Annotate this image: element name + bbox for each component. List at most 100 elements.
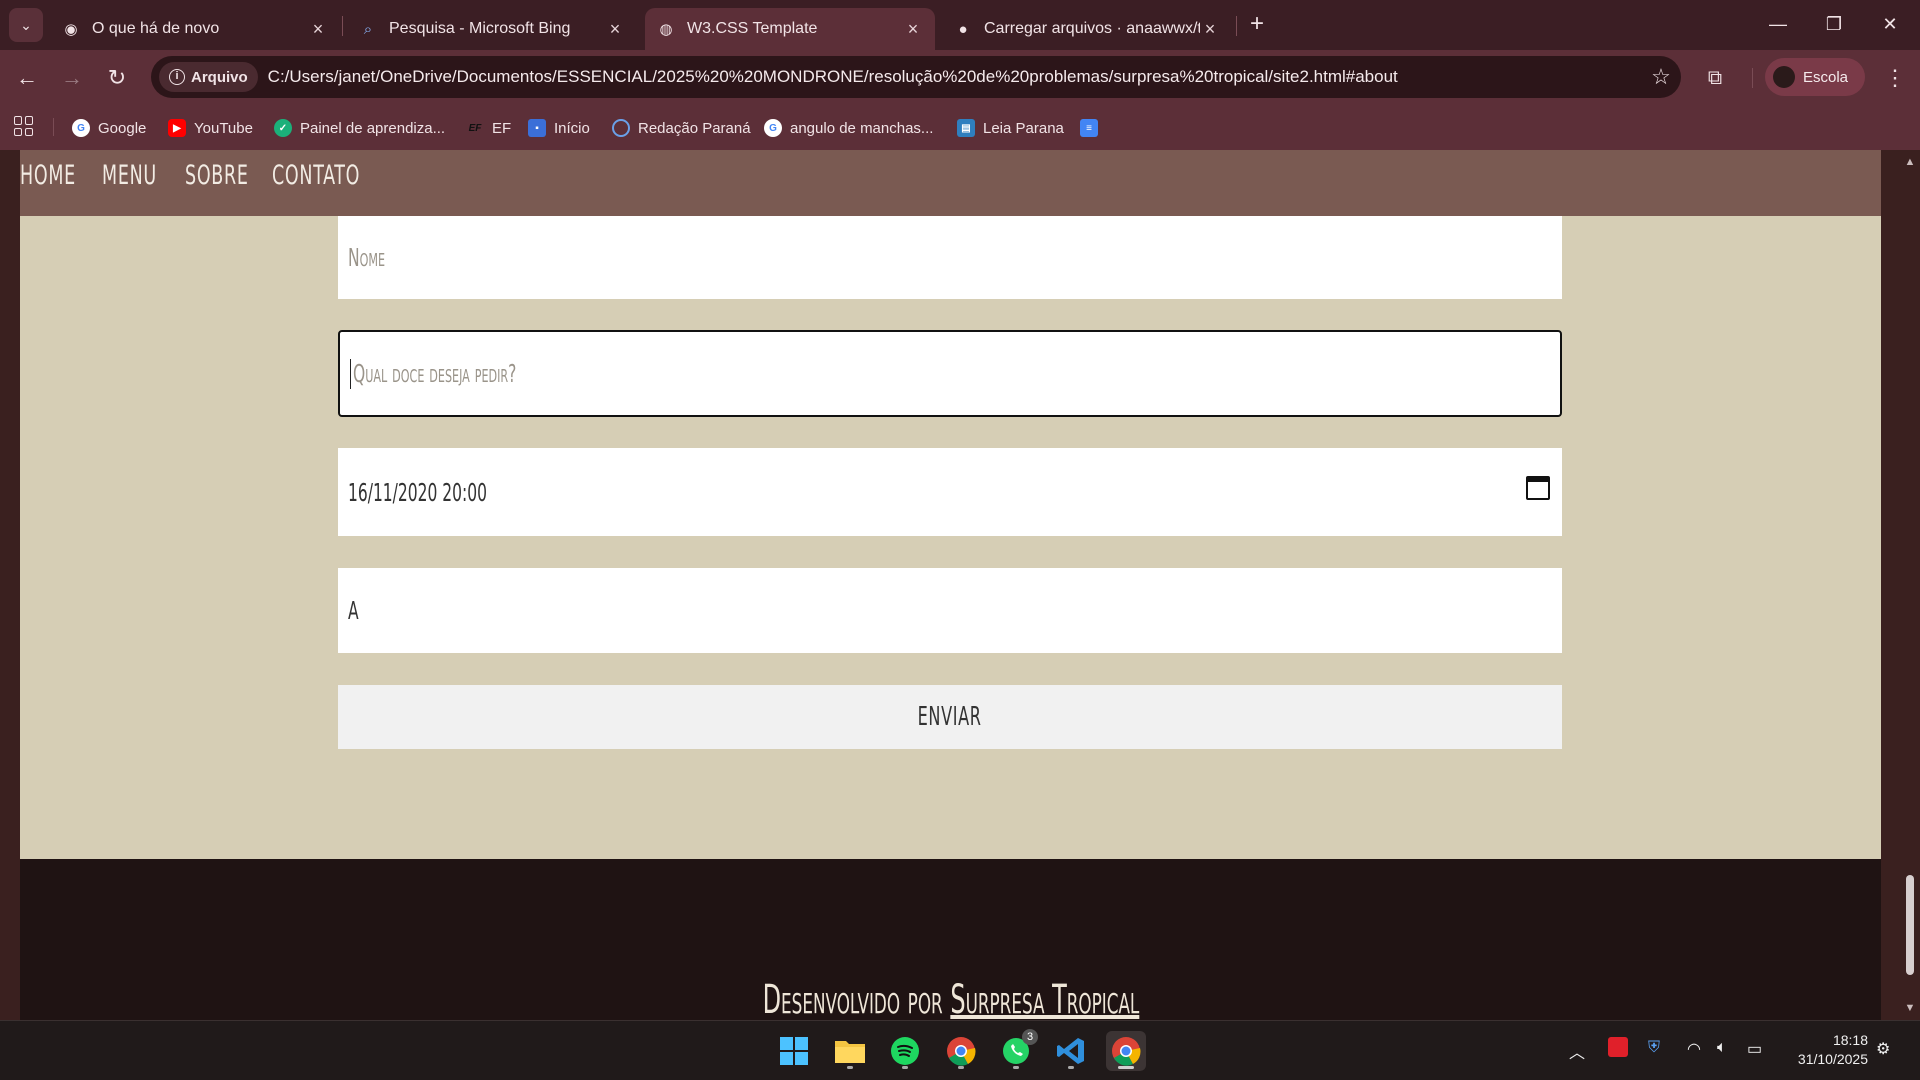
scroll-down-arrow-icon[interactable]: ▼ xyxy=(1904,1002,1916,1014)
running-indicator xyxy=(902,1066,908,1069)
toolbar-divider xyxy=(1752,68,1753,88)
docs-icon: ≡ xyxy=(1080,119,1098,137)
close-icon[interactable]: × xyxy=(605,19,625,40)
submit-button[interactable]: ENVIAR xyxy=(338,685,1562,749)
tab-search-button[interactable]: ⌄ xyxy=(9,8,43,42)
page-scrollbar[interactable]: ▲ ▼ xyxy=(1900,150,1920,1020)
running-indicator xyxy=(847,1066,853,1069)
spotify-icon[interactable] xyxy=(885,1031,925,1071)
tab-title: O que há de novo xyxy=(92,20,220,37)
new-tab-button[interactable]: + xyxy=(1243,10,1271,38)
volume-icon[interactable]: 🔈︎ xyxy=(1717,1039,1727,1057)
site-navbar: HOME MENU SOBRE CONTATO xyxy=(20,150,1881,216)
bookmark-star-icon[interactable]: ☆ xyxy=(1641,64,1681,90)
message-value: A xyxy=(348,596,359,625)
avatar xyxy=(1773,66,1795,88)
tab-title: W3.CSS Template xyxy=(687,20,818,37)
whatsapp-icon[interactable]: 3 xyxy=(996,1029,1038,1071)
bookmark-label: Redação Paraná xyxy=(638,119,751,137)
battery-icon[interactable]: ▭ xyxy=(1747,1039,1762,1059)
bookmark-label: angulo de manchas... xyxy=(790,119,934,137)
google-icon: G xyxy=(764,119,782,137)
nav-home[interactable]: HOME xyxy=(20,160,76,191)
tray-app-red-icon[interactable] xyxy=(1608,1037,1628,1057)
forward-button[interactable]: → xyxy=(55,61,89,95)
user-card-icon: ▪ xyxy=(528,119,546,137)
bookmark-docs[interactable]: ≡ xyxy=(1080,116,1106,140)
datetime-field[interactable]: 16/11/2020 20:00 xyxy=(338,448,1562,536)
globe-icon: ◍ xyxy=(659,21,673,38)
nav-sobre[interactable]: SOBRE xyxy=(185,160,249,191)
notifications-icon[interactable]: ⚙ xyxy=(1876,1039,1890,1059)
tab-w3css-template[interactable]: ◍ W3.CSS Template × xyxy=(645,8,935,50)
chrome-icon[interactable] xyxy=(941,1031,981,1071)
security-shield-icon[interactable]: ⛨ xyxy=(1648,1039,1660,1057)
notification-badge: 3 xyxy=(1022,1029,1038,1045)
tab-whats-new[interactable]: ◉ O que há de novo × xyxy=(50,8,340,50)
vscode-icon[interactable] xyxy=(1051,1031,1091,1071)
profile-button[interactable]: Escola xyxy=(1765,58,1865,96)
clock-date: 31/10/2025 xyxy=(1797,1051,1868,1067)
order-field[interactable]: Qual doce deseja pedir? xyxy=(338,330,1562,417)
tab-bing-search[interactable]: ⌕ Pesquisa - Microsoft Bing × xyxy=(347,8,637,50)
active-indicator xyxy=(1118,1066,1134,1069)
windows-taskbar: 3 ︿ ⛨ ◠ 🔈︎ ▭ 18:18 31/10/2025 ⚙ xyxy=(0,1020,1920,1080)
message-field[interactable]: A xyxy=(338,568,1562,653)
name-field[interactable]: Nome xyxy=(338,216,1562,299)
nav-contato[interactable]: CONTATO xyxy=(272,160,360,191)
info-icon: i xyxy=(169,69,185,85)
security-chip-label: Arquivo xyxy=(191,68,248,86)
apps-grid-icon[interactable] xyxy=(14,116,34,136)
close-window-button[interactable]: ✕ xyxy=(1862,0,1918,48)
title-bar: ⌄ ◉ O que há de novo × ⌕ Pesquisa - Micr… xyxy=(0,0,1920,50)
wifi-icon[interactable]: ◠ xyxy=(1687,1039,1701,1059)
url-text[interactable]: C:/Users/janet/OneDrive/Documentos/ESSEN… xyxy=(268,67,1641,87)
address-bar[interactable]: i Arquivo C:/Users/janet/OneDrive/Docume… xyxy=(151,56,1681,98)
extensions-icon[interactable]: ⧉ xyxy=(1700,63,1730,93)
tab-title: Pesquisa - Microsoft Bing xyxy=(389,20,571,37)
bookmark-painel[interactable]: ✓ Painel de aprendiza... xyxy=(274,116,445,140)
google-icon: G xyxy=(72,119,90,137)
browser-menu-icon[interactable]: ⋮ xyxy=(1880,63,1910,93)
reload-button[interactable]: ↻ xyxy=(100,61,134,95)
search-icon: ⌕ xyxy=(363,20,373,38)
nav-menu[interactable]: MENU xyxy=(102,160,157,191)
youtube-icon: ▶ xyxy=(168,119,186,137)
running-indicator xyxy=(1068,1066,1074,1069)
chevron-up-icon[interactable]: ︿ xyxy=(1569,1039,1585,1063)
bookmark-youtube[interactable]: ▶ YouTube xyxy=(168,116,253,140)
text-caret xyxy=(350,358,351,389)
back-button[interactable]: ← xyxy=(10,61,44,95)
chrome-active-icon[interactable] xyxy=(1106,1031,1146,1071)
order-placeholder: Qual doce deseja pedir? xyxy=(353,359,517,388)
bookmark-leia-parana[interactable]: ▤ Leia Parana xyxy=(957,116,1064,140)
close-icon[interactable]: × xyxy=(1200,19,1220,40)
bookmark-label: Leia Parana xyxy=(983,119,1064,137)
minimize-button[interactable]: — xyxy=(1750,0,1806,48)
bookmark-label: Google xyxy=(98,119,147,137)
site-info-chip[interactable]: i Arquivo xyxy=(159,62,258,92)
bookmark-label: Painel de aprendiza... xyxy=(300,119,446,137)
bookmark-google[interactable]: G Google xyxy=(72,116,146,140)
scrollbar-thumb[interactable] xyxy=(1906,875,1914,975)
restore-button[interactable]: ❐ xyxy=(1806,0,1862,48)
github-icon: ● xyxy=(958,20,968,38)
close-icon[interactable]: × xyxy=(308,19,328,40)
scroll-up-arrow-icon[interactable]: ▲ xyxy=(1904,156,1916,168)
site-footer: Desenvolvido por Surpresa Tropical xyxy=(20,859,1881,1020)
datetime-value: 16/11/2020 20:00 xyxy=(348,477,487,507)
calendar-icon[interactable] xyxy=(1526,476,1550,500)
bookmark-redacao[interactable]: Redação Paraná xyxy=(612,116,751,140)
book-icon: ▤ xyxy=(957,119,975,137)
file-explorer-icon[interactable] xyxy=(830,1031,870,1071)
chevron-down-icon: ⌄ xyxy=(20,16,32,33)
bookmark-ef[interactable]: EF EF xyxy=(466,116,512,140)
footer-link[interactable]: Surpresa Tropical xyxy=(950,977,1139,1020)
tab-github-upload[interactable]: ● Carregar arquivos · anaawwx/tr × xyxy=(942,8,1232,50)
bookmark-angulo[interactable]: G angulo de manchas... xyxy=(764,116,933,140)
system-clock[interactable]: 18:18 31/10/2025 xyxy=(1778,1031,1868,1069)
windows-start-icon[interactable] xyxy=(774,1031,814,1071)
bookmark-inicio[interactable]: ▪ Início xyxy=(528,116,590,140)
close-icon[interactable]: × xyxy=(903,19,923,40)
running-indicator xyxy=(1013,1066,1019,1069)
